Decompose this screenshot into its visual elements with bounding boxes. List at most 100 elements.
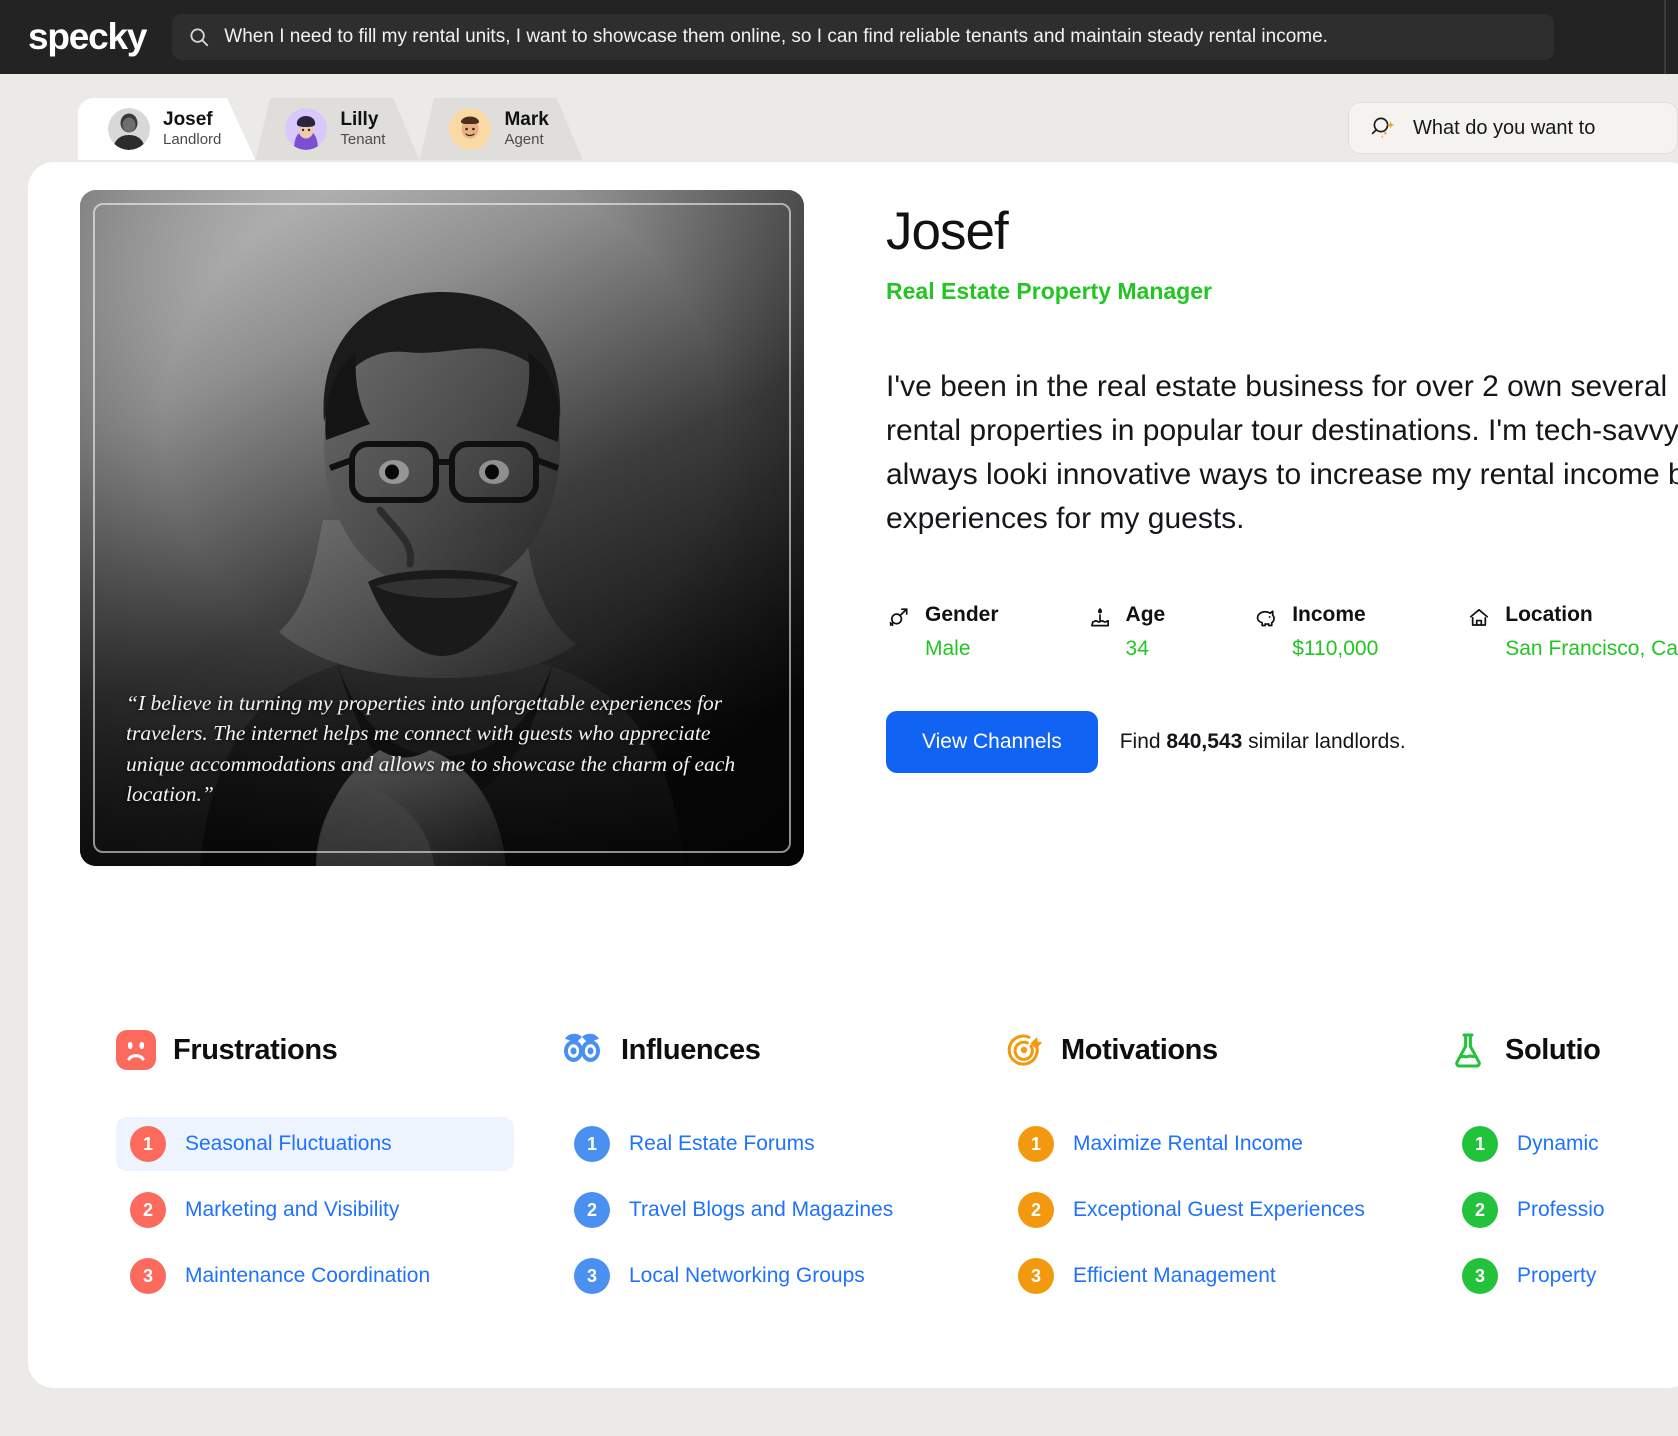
item-label: Marketing and Visibility xyxy=(185,1198,399,1222)
item-label: Maintenance Coordination xyxy=(185,1264,430,1288)
find-prefix: Find xyxy=(1120,730,1167,753)
persona-tab-josef[interactable]: Josef Landlord xyxy=(78,98,255,160)
section-title: Frustrations xyxy=(173,1034,337,1067)
page-canvas: Josef Landlord xyxy=(0,74,1678,1436)
owl-eyes-icon xyxy=(560,1030,604,1070)
section-influences: Influences 1 Real Estate Forums 2 Travel… xyxy=(560,1027,1004,1315)
persona-tabs: Josef Landlord xyxy=(78,98,583,160)
persona-name: Josef xyxy=(886,204,1646,260)
item-badge: 3 xyxy=(1462,1258,1498,1294)
item-label: Dynamic xyxy=(1517,1132,1599,1156)
persona-photo: “I believe in turning my properties into… xyxy=(80,190,804,866)
item-label: Travel Blogs and Magazines xyxy=(629,1198,893,1222)
section-frustrations: Frustrations 1 Seasonal Fluctuations 2 M… xyxy=(116,1027,560,1315)
search-icon xyxy=(188,26,210,48)
find-suffix: similar landlords. xyxy=(1242,730,1405,753)
section-header: Influences xyxy=(560,1027,1004,1073)
top-bar: specky When I need to fill my rental uni… xyxy=(0,0,1678,74)
item-badge: 3 xyxy=(1018,1258,1054,1294)
item-badge: 1 xyxy=(1018,1126,1054,1162)
list-item[interactable]: 1 Dynamic xyxy=(1448,1117,1678,1171)
section-header: Frustrations xyxy=(116,1027,560,1073)
list-item[interactable]: 2 Professio xyxy=(1448,1183,1678,1237)
persona-tab-lilly[interactable]: Lilly Tenant xyxy=(255,98,419,160)
item-badge: 2 xyxy=(1018,1192,1054,1228)
item-badge: 3 xyxy=(130,1258,166,1294)
list-item[interactable]: 2 Marketing and Visibility xyxy=(116,1183,560,1237)
item-badge: 3 xyxy=(574,1258,610,1294)
view-channels-button[interactable]: View Channels xyxy=(886,711,1098,773)
avatar xyxy=(108,108,150,150)
sad-face-icon xyxy=(116,1030,156,1070)
demographic-value: Male xyxy=(925,637,999,661)
similar-count-text: Find 840,543 similar landlords. xyxy=(1120,730,1406,754)
demographic-income: Income $110,000 xyxy=(1253,603,1378,661)
persona-hero: “I believe in turning my properties into… xyxy=(80,190,1646,866)
demographic-label: Income xyxy=(1292,603,1378,627)
list-item[interactable]: 3 Local Networking Groups xyxy=(560,1249,1004,1303)
cake-icon xyxy=(1087,603,1113,629)
section-items: 1 Maximize Rental Income 2 Exceptional G… xyxy=(1004,1117,1448,1303)
section-items: 1 Dynamic 2 Professio 3 Property xyxy=(1448,1117,1678,1303)
top-bar-right-edge xyxy=(1664,0,1678,74)
item-label: Property xyxy=(1517,1264,1596,1288)
avatar xyxy=(285,108,327,150)
persona-details: Josef Real Estate Property Manager I've … xyxy=(886,190,1646,866)
list-item[interactable]: 2 Travel Blogs and Magazines xyxy=(560,1183,1004,1237)
demographics: Gender Male Age 34 xyxy=(886,603,1646,661)
persona-quote: “I believe in turning my properties into… xyxy=(126,688,758,810)
gender-icon xyxy=(886,603,912,629)
section-items: 1 Seasonal Fluctuations 2 Marketing and … xyxy=(116,1117,560,1303)
item-badge: 2 xyxy=(130,1192,166,1228)
tab-name: Josef xyxy=(163,109,221,131)
piggy-bank-icon xyxy=(1253,603,1279,629)
item-label: Real Estate Forums xyxy=(629,1132,815,1156)
item-label: Efficient Management xyxy=(1073,1264,1276,1288)
ai-search-icon xyxy=(1369,113,1399,143)
ai-search-box[interactable]: What do you want to xyxy=(1348,102,1678,154)
item-badge: 2 xyxy=(1462,1192,1498,1228)
item-badge: 1 xyxy=(1462,1126,1498,1162)
section-solutions: Solutio 1 Dynamic 2 Professio 3 Property xyxy=(1448,1027,1678,1315)
demographic-label: Gender xyxy=(925,603,999,627)
list-item[interactable]: 3 Efficient Management xyxy=(1004,1249,1448,1303)
target-dart-icon xyxy=(1004,1030,1044,1070)
section-header: Motivations xyxy=(1004,1027,1448,1073)
insight-columns: Frustrations 1 Seasonal Fluctuations 2 M… xyxy=(28,1027,1678,1315)
tab-name: Lilly xyxy=(340,109,385,131)
demographic-value: $110,000 xyxy=(1292,637,1378,661)
section-items: 1 Real Estate Forums 2 Travel Blogs and … xyxy=(560,1117,1004,1303)
list-item[interactable]: 3 Maintenance Coordination xyxy=(116,1249,560,1303)
find-count: 840,543 xyxy=(1166,730,1242,753)
main-search-bar[interactable]: When I need to fill my rental units, I w… xyxy=(172,14,1554,60)
tab-role: Landlord xyxy=(163,131,221,149)
app-logo[interactable]: specky xyxy=(28,16,146,58)
item-label: Local Networking Groups xyxy=(629,1264,865,1288)
item-badge: 2 xyxy=(574,1192,610,1228)
tab-role: Agent xyxy=(504,131,548,149)
item-label: Seasonal Fluctuations xyxy=(185,1132,392,1156)
list-item[interactable]: 3 Property xyxy=(1448,1249,1678,1303)
tab-name: Mark xyxy=(504,109,548,131)
ai-search-placeholder: What do you want to xyxy=(1413,117,1595,140)
demographic-value: San Francisco, Cali xyxy=(1505,637,1678,661)
demographic-age: Age 34 xyxy=(1087,603,1166,661)
demographic-gender: Gender Male xyxy=(886,603,999,661)
search-query-text: When I need to fill my rental units, I w… xyxy=(224,26,1328,48)
item-label: Maximize Rental Income xyxy=(1073,1132,1303,1156)
avatar xyxy=(449,108,491,150)
demographic-location: Location San Francisco, Cali xyxy=(1466,603,1678,661)
list-item[interactable]: 1 Maximize Rental Income xyxy=(1004,1117,1448,1171)
section-header: Solutio xyxy=(1448,1027,1678,1073)
section-motivations: Motivations 1 Maximize Rental Income 2 E… xyxy=(1004,1027,1448,1315)
home-icon xyxy=(1466,603,1492,629)
item-label: Exceptional Guest Experiences xyxy=(1073,1198,1365,1222)
item-label: Professio xyxy=(1517,1198,1605,1222)
persona-role: Real Estate Property Manager xyxy=(886,278,1646,305)
list-item[interactable]: 1 Real Estate Forums xyxy=(560,1117,1004,1171)
list-item[interactable]: 1 Seasonal Fluctuations xyxy=(116,1117,514,1171)
section-title: Influences xyxy=(621,1034,760,1067)
list-item[interactable]: 2 Exceptional Guest Experiences xyxy=(1004,1183,1448,1237)
cta-row: View Channels Find 840,543 similar landl… xyxy=(886,711,1646,773)
persona-tab-mark[interactable]: Mark Agent xyxy=(419,98,582,160)
